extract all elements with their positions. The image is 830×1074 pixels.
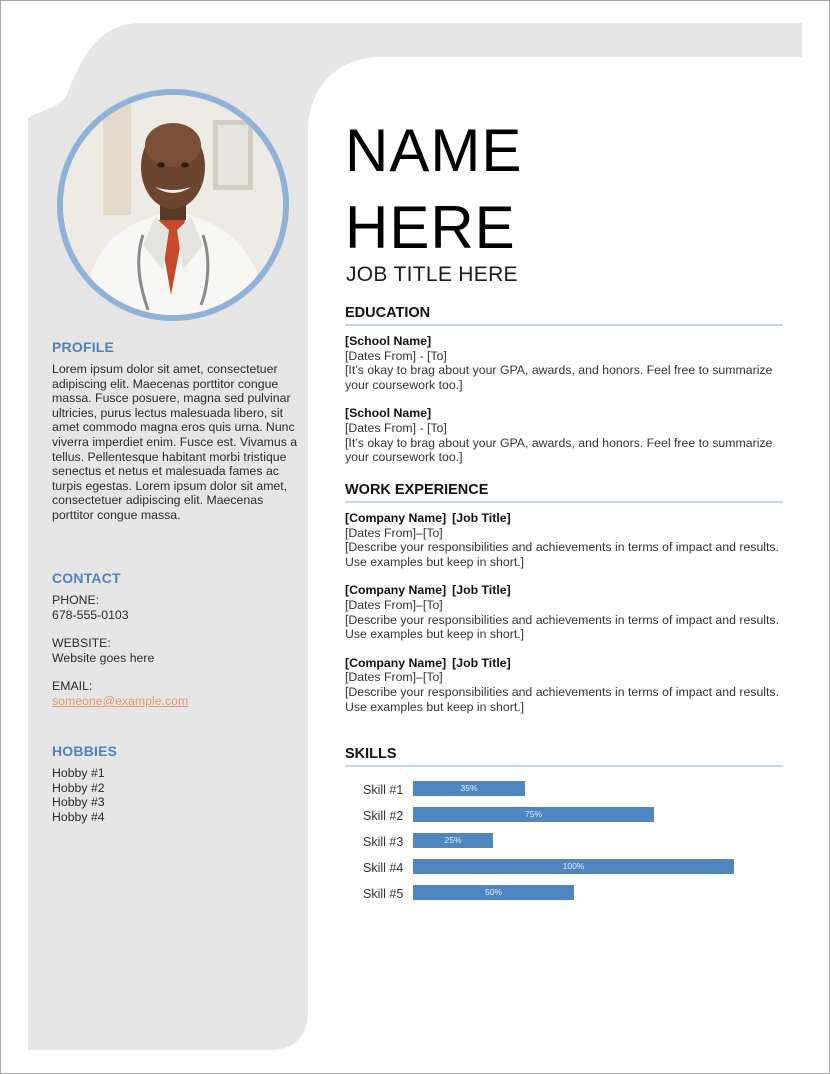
skill-bar: 25% — [413, 833, 493, 848]
hobby-item: Hobby #4 — [52, 809, 105, 824]
skill-row: Skill #3 25% — [345, 831, 785, 857]
work-entry: [Company Name] [Job Title] [Dates From]–[… — [345, 656, 785, 714]
work-dates: [Dates From]–[To] — [345, 597, 443, 612]
name-line-1: NAME — [345, 117, 523, 184]
company-name: [Company Name] — [345, 655, 447, 670]
company-name: [Company Name] — [345, 511, 447, 525]
work-dates: [Dates From]–[To] — [345, 525, 443, 540]
skills-section: SKILLS Skill #1 35% Skill #2 75% Skill #3 25%… — [345, 746, 785, 909]
skill-bar: 35% — [413, 781, 525, 796]
skill-row: Skill #5 50% — [345, 883, 785, 909]
phone-value: 678-555-0103 — [52, 607, 129, 622]
work-dates: [Dates From]–[To] — [345, 670, 443, 685]
skill-bar: 50% — [413, 885, 574, 900]
email-link[interactable]: someone@example.com — [52, 694, 188, 708]
work-description: [Describe your responsibilities and achi… — [345, 540, 779, 569]
candidate-name: NAME HERE — [345, 112, 522, 266]
skill-label: Skill #5 — [363, 887, 404, 901]
contact-section: CONTACT PHONE: 678-555-0103 WEBSITE: Web… — [52, 570, 302, 723]
hobby-item: Hobby #3 — [52, 795, 105, 810]
work-entry-title: [Company Name] [Job Title] — [345, 511, 785, 526]
work-heading: WORK EXPERIENCE — [345, 482, 783, 503]
education-entry: [School Name] [Dates From] - [To] [It’s … — [345, 334, 785, 392]
education-section: EDUCATION [School Name] [Dates From] - [… — [345, 305, 785, 479]
skill-label: Skill #1 — [363, 783, 404, 797]
profile-text: Lorem ipsum dolor sit amet, consectetuer… — [52, 362, 298, 522]
email-label: EMAIL: — [52, 679, 93, 694]
education-dates: [Dates From] - [To] — [345, 348, 447, 363]
skill-label: Skill #4 — [363, 861, 404, 875]
skill-bar: 75% — [413, 807, 654, 822]
hobby-item: Hobby #2 — [52, 780, 105, 795]
skill-bar: 100% — [413, 859, 734, 874]
name-line-2: HERE — [345, 194, 516, 261]
skill-row: Skill #2 75% — [345, 805, 785, 831]
job-title: JOB TITLE HERE — [346, 263, 518, 286]
skill-label: Skill #3 — [363, 835, 404, 849]
education-description: [It’s okay to brag about your GPA, award… — [345, 363, 773, 392]
skills-chart: Skill #1 35% Skill #2 75% Skill #3 25% Skill #… — [345, 779, 785, 909]
phone-group: PHONE: 678-555-0103 — [52, 593, 302, 622]
website-value: Website goes here — [52, 650, 155, 665]
profile-heading: PROFILE — [52, 339, 115, 355]
work-job-title: [Job Title] — [452, 583, 511, 598]
hobbies-list: Hobby #1 Hobby #2 Hobby #3 Hobby #4 — [52, 766, 302, 824]
portrait-image — [63, 95, 283, 315]
skill-label: Skill #2 — [363, 809, 404, 823]
profile-photo — [57, 89, 289, 321]
hobby-item: Hobby #1 — [52, 766, 105, 780]
skill-row: Skill #4 100% — [345, 857, 785, 883]
phone-label: PHONE: — [52, 593, 100, 607]
hobbies-section: HOBBIES Hobby #1 Hobby #2 Hobby #3 Hobby… — [52, 743, 302, 824]
school-name: [School Name] — [345, 406, 432, 421]
website-label: WEBSITE: — [52, 636, 111, 651]
work-experience-section: WORK EXPERIENCE [Company Name] [Job Title… — [345, 482, 785, 728]
skills-heading: SKILLS — [345, 746, 783, 767]
education-heading: EDUCATION — [345, 305, 783, 326]
website-group: WEBSITE: Website goes here — [52, 636, 302, 665]
work-entry: [Company Name] [Job Title] [Dates From]–[… — [345, 583, 785, 641]
company-name: [Company Name] — [345, 583, 447, 598]
profile-section: PROFILE Lorem ipsum dolor sit amet, cons… — [52, 339, 302, 523]
email-group: EMAIL: someone@example.com — [52, 679, 302, 708]
education-description: [It’s okay to brag about your GPA, award… — [345, 435, 773, 465]
work-job-title: [Job Title] — [452, 655, 511, 670]
work-entry-title: [Company Name] [Job Title] — [345, 583, 785, 598]
skill-row: Skill #1 35% — [345, 779, 785, 805]
hobbies-heading: HOBBIES — [52, 743, 118, 759]
school-name: [School Name] — [345, 334, 432, 348]
contact-heading: CONTACT — [52, 570, 121, 586]
work-entry: [Company Name] [Job Title] [Dates From]–[… — [345, 511, 785, 569]
work-entry-title: [Company Name] [Job Title] — [345, 656, 785, 671]
education-dates: [Dates From] - [To] — [345, 420, 447, 435]
work-job-title: [Job Title] — [452, 511, 511, 525]
work-description: [Describe your responsibilities and achi… — [345, 684, 779, 714]
education-entry: [School Name] [Dates From] - [To] [It’s … — [345, 406, 785, 464]
work-description: [Describe your responsibilities and achi… — [345, 612, 779, 642]
